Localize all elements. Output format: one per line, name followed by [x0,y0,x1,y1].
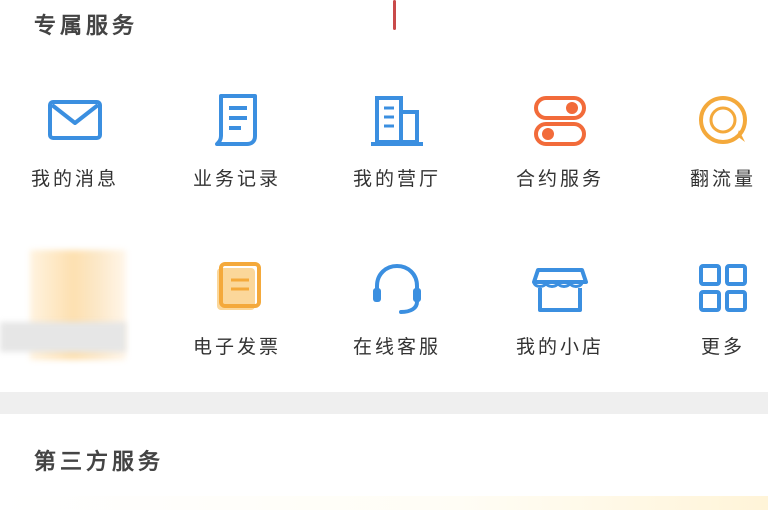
service-contract[interactable]: 合约服务 [485,82,625,212]
envelope-icon [48,100,102,140]
service-label: 合约服务 [515,168,604,190]
service-label: 我的消息 [30,168,119,190]
coin-icon [699,96,747,144]
service-blurred[interactable] [0,250,140,380]
service-my-shop[interactable]: 我的小店 [485,250,625,380]
service-online-support[interactable]: 在线客服 [322,250,462,380]
services-page: 专属服务 我的消息 业务记录 我的营厅 合约服务 翻流量 电子发票 在线客服 我… [0,0,768,510]
shop-icon [532,268,588,312]
section-title-system: 专属服务 [34,14,139,39]
receipt-icon [215,94,257,146]
section-title-third-party: 第三方服务 [34,450,165,475]
service-business-records[interactable]: 业务记录 [162,82,302,212]
services-row-2: 电子发票 在线客服 我的小店 更多 [0,250,768,380]
blurred-label [0,322,126,352]
toggle-switch-icon [534,96,586,146]
service-label: 我的小店 [515,336,604,358]
service-label: 电子发票 [192,336,281,358]
service-my-hall[interactable]: 我的营厅 [322,82,462,212]
top-marker [393,0,396,30]
building-icon [371,96,423,146]
service-e-invoice[interactable]: 电子发票 [162,250,302,380]
service-my-messages[interactable]: 我的消息 [0,82,140,212]
service-label: 业务记录 [192,168,281,190]
service-label: 更多 [700,336,745,358]
service-more[interactable]: 更多 [648,250,768,380]
headset-icon [373,263,421,314]
invoice-icon [217,262,261,310]
service-label: 在线客服 [352,336,441,358]
service-data-flow[interactable]: 翻流量 [648,82,768,212]
services-row-1: 我的消息 业务记录 我的营厅 合约服务 翻流量 [0,82,768,212]
bottom-content-hint [0,496,768,510]
grid-icon [699,264,747,312]
service-label: 我的营厅 [352,168,441,190]
section-divider [0,392,768,414]
service-label: 翻流量 [689,168,756,190]
